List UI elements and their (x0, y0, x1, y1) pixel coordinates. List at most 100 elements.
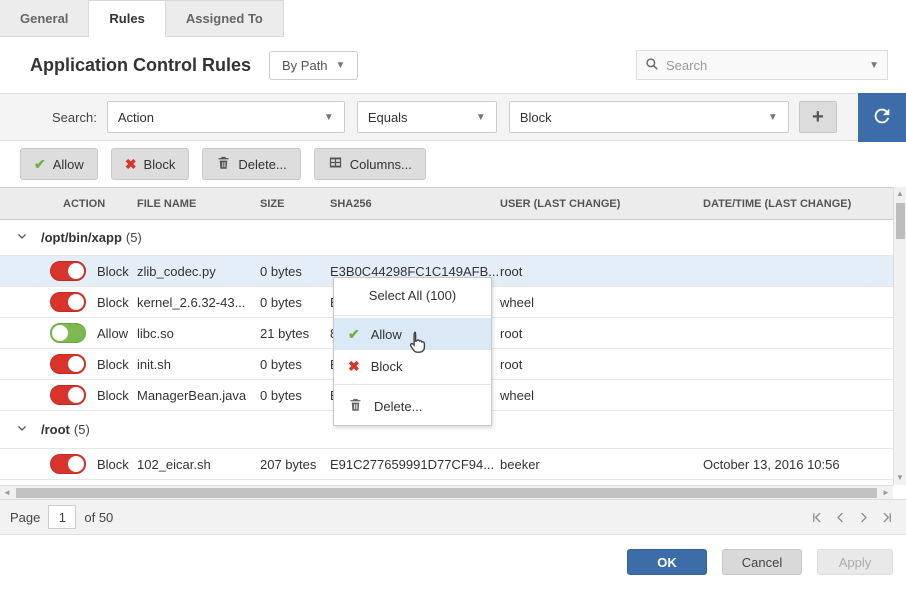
scroll-down-icon[interactable]: ▼ (896, 471, 904, 485)
horizontal-scrollbar[interactable]: ◄ ► (0, 485, 893, 499)
cell-size: 207 bytes (260, 457, 330, 472)
filter-operator-value: Equals (368, 110, 408, 125)
block-toggle[interactable] (50, 354, 86, 374)
chevron-down-icon[interactable] (16, 230, 28, 245)
context-menu-delete-label: Delete... (374, 399, 422, 414)
action-toolbar: ✔ Allow ✖ Block Delete... Columns... (0, 141, 906, 187)
columns-grid-icon (328, 155, 343, 173)
view-selector-dropdown[interactable]: By Path ▼ (269, 51, 358, 80)
tab-rules[interactable]: Rules (89, 0, 165, 37)
cell-action: Block (97, 388, 137, 403)
cell-sha256: E91C277659991D77CF94... (330, 457, 500, 472)
columns-button-label: Columns... (350, 157, 412, 172)
delete-button-label: Delete... (238, 157, 286, 172)
cell-size: 0 bytes (260, 295, 330, 310)
cell-size: 21 bytes (260, 326, 330, 341)
last-page-icon[interactable] (879, 510, 894, 525)
scroll-up-icon[interactable]: ▲ (896, 187, 904, 201)
cell-file-name: ManagerBean.java (137, 388, 260, 403)
check-icon: ✔ (34, 156, 46, 173)
cell-action: Block (97, 295, 137, 310)
columns-button[interactable]: Columns... (314, 148, 426, 180)
tab-general[interactable]: General (0, 0, 89, 37)
filter-value-text: Block (520, 110, 552, 125)
block-toggle[interactable] (50, 292, 86, 312)
previous-page-icon[interactable] (833, 510, 848, 525)
hand-cursor-icon (405, 330, 429, 359)
context-menu-delete[interactable]: Delete... (334, 387, 491, 425)
x-icon: ✖ (348, 358, 360, 375)
cancel-button[interactable]: Cancel (722, 549, 802, 575)
allow-button-label: Allow (53, 157, 84, 172)
filter-operator-dropdown[interactable]: Equals ▼ (357, 101, 497, 133)
delete-button[interactable]: Delete... (202, 148, 300, 180)
group-path: /root (41, 422, 70, 437)
context-menu-block-label: Block (371, 359, 403, 374)
column-header-datetime[interactable]: DATE/TIME (LAST CHANGE) (703, 198, 906, 210)
column-header-file-name[interactable]: FILE NAME (137, 198, 260, 210)
column-header-action[interactable]: ACTION (0, 198, 137, 210)
filter-field-dropdown[interactable]: Action ▼ (107, 101, 345, 133)
column-header-size[interactable]: SIZE (260, 198, 330, 210)
chevron-down-icon: ▼ (336, 60, 346, 71)
block-button[interactable]: ✖ Block (111, 148, 190, 180)
pagination-bar: Page of 50 (0, 499, 906, 535)
scroll-right-icon[interactable]: ► (879, 488, 893, 497)
cell-user: beeker (500, 457, 703, 472)
block-toggle[interactable] (50, 454, 86, 474)
chevron-down-icon: ▼ (768, 112, 778, 123)
vertical-scrollbar-thumb[interactable] (896, 203, 905, 239)
global-search-box[interactable]: ▼ (636, 50, 888, 80)
cell-user: root (500, 264, 703, 279)
trash-icon (348, 397, 363, 415)
column-header-user[interactable]: USER (LAST CHANGE) (500, 198, 703, 210)
cell-user: root (500, 326, 703, 341)
ok-button[interactable]: OK (627, 549, 707, 575)
allow-button[interactable]: ✔ Allow (20, 148, 98, 180)
cell-user: root (500, 357, 703, 372)
cell-action: Block (97, 357, 137, 372)
group-path: /opt/bin/xapp (41, 230, 122, 245)
cell-user: wheel (500, 295, 703, 310)
page-count-label: of 50 (84, 510, 113, 525)
table-row[interactable]: Block 102_eicar.sh 207 bytes E91C2776599… (0, 449, 906, 480)
block-toggle[interactable] (50, 261, 86, 281)
filter-row: Search: Action ▼ Equals ▼ Block ▼ + (0, 93, 906, 141)
group-row[interactable]: /opt/bin/xapp (5) (0, 220, 906, 256)
column-header-sha256[interactable]: SHA256 (330, 198, 500, 210)
next-page-icon[interactable] (856, 510, 871, 525)
group-count: (5) (74, 422, 90, 437)
chevron-down-icon: ▼ (476, 112, 486, 123)
trash-icon (216, 155, 231, 173)
cell-file-name: zlib_codec.py (137, 264, 260, 279)
search-dropdown-icon[interactable]: ▼ (869, 60, 879, 71)
search-input[interactable] (666, 58, 862, 73)
apply-button: Apply (817, 549, 893, 575)
cell-size: 0 bytes (260, 264, 330, 279)
table-header: ACTION FILE NAME SIZE SHA256 USER (LAST … (0, 187, 906, 220)
refresh-icon (871, 105, 893, 130)
page-label: Page (10, 510, 40, 525)
first-page-icon[interactable] (810, 510, 825, 525)
vertical-scrollbar[interactable]: ▲ ▼ (893, 187, 906, 485)
allow-toggle[interactable] (50, 323, 86, 343)
view-selector-label: By Path (282, 58, 328, 73)
x-icon: ✖ (125, 156, 137, 173)
plus-icon: + (812, 106, 824, 129)
cell-file-name: kernel_2.6.32-43... (137, 295, 260, 310)
block-toggle[interactable] (50, 385, 86, 405)
horizontal-scrollbar-thumb[interactable] (16, 488, 877, 498)
menu-divider (334, 384, 491, 385)
cell-file-name: 102_eicar.sh (137, 457, 260, 472)
application-control-window: General Rules Assigned To Application Co… (0, 0, 906, 589)
page-title: Application Control Rules (30, 55, 251, 76)
page-number-input[interactable] (48, 505, 76, 529)
scroll-left-icon[interactable]: ◄ (0, 488, 14, 497)
context-menu-select-all[interactable]: Select All (100) (334, 278, 491, 313)
cell-file-name: init.sh (137, 357, 260, 372)
filter-value-dropdown[interactable]: Block ▼ (509, 101, 789, 133)
add-filter-button[interactable]: + (799, 101, 837, 133)
tab-assigned-to[interactable]: Assigned To (166, 0, 284, 37)
chevron-down-icon[interactable] (16, 422, 28, 437)
refresh-button[interactable] (858, 93, 906, 142)
